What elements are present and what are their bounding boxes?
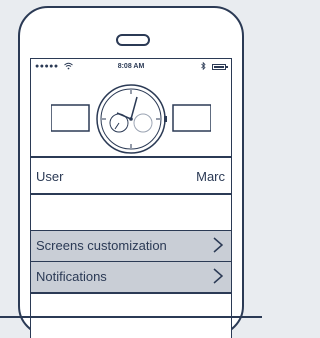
phone-frame: ●●●●● 8:08 AM User Marc Screens customiz… [18, 6, 244, 338]
status-bar: ●●●●● 8:08 AM [31, 59, 231, 75]
notifications-label: Notifications [36, 269, 107, 284]
battery-icon [212, 64, 228, 70]
chevron-right-icon [213, 237, 224, 253]
user-value: Marc [196, 169, 225, 184]
notifications-row[interactable]: Notifications [31, 262, 231, 292]
divider [31, 292, 231, 294]
screens-customization-row[interactable]: Screens customization [31, 231, 231, 261]
chevron-right-icon [213, 268, 224, 284]
watch-illustration [50, 83, 212, 160]
screens-customization-label: Screens customization [36, 238, 167, 253]
bluetooth-icon [201, 61, 206, 72]
user-row[interactable]: User Marc [31, 157, 231, 193]
phone-speaker [116, 34, 150, 46]
divider [31, 193, 231, 195]
phone-screen: ●●●●● 8:08 AM User Marc Screens customiz… [30, 58, 232, 338]
user-label: User [36, 169, 64, 184]
